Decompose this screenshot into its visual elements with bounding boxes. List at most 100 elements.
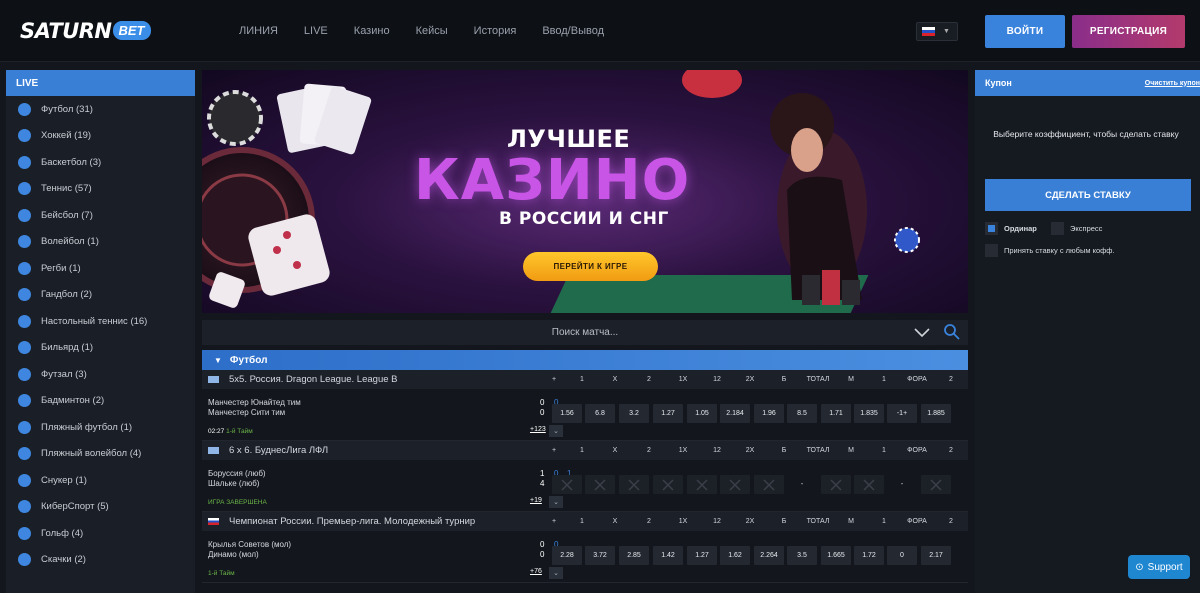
accept-any-odds-checkbox[interactable] bbox=[985, 244, 998, 257]
sidebar-item-sport[interactable]: Бадминтон (2) bbox=[6, 388, 195, 415]
more-markets-link[interactable]: +19 bbox=[530, 497, 542, 504]
league-name: 6 х 6. БуднесЛига ЛФЛ bbox=[229, 445, 329, 456]
sidebar-item-sport[interactable]: Бейсбол (7) bbox=[6, 202, 195, 229]
sidebar-item-sport[interactable]: Волейбол (1) bbox=[6, 229, 195, 256]
nav-item[interactable]: Казино bbox=[354, 25, 390, 37]
odds-cell[interactable]: 6.8 bbox=[585, 404, 615, 423]
match-row[interactable]: Манчестер Юнайтед тим Манчестер Сити тим 0… bbox=[202, 389, 968, 441]
logo[interactable]: SATURN BET bbox=[20, 19, 151, 43]
sidebar-item-sport[interactable]: Футзал (3) bbox=[6, 361, 195, 388]
sidebar-item-sport[interactable]: Пляжный волейбол (4) bbox=[6, 441, 195, 468]
odds-column-header: М bbox=[848, 447, 854, 454]
nav-item[interactable]: Ввод/Вывод bbox=[542, 25, 604, 37]
sidebar-item-sport[interactable]: Гандбол (2) bbox=[6, 282, 195, 309]
sidebar-item-sport[interactable]: Снукер (1) bbox=[6, 467, 195, 494]
odds-cell[interactable]: 1.05 bbox=[687, 404, 717, 423]
chevron-down-icon: ▼ bbox=[943, 28, 950, 35]
nav-item[interactable]: ЛИНИЯ bbox=[239, 25, 278, 37]
sidebar-item-label: Футбол (31) bbox=[41, 103, 93, 115]
nav-item[interactable]: LIVE bbox=[304, 25, 328, 37]
odds-column-header: ФОРА bbox=[907, 518, 927, 525]
chevron-down-icon[interactable]: ⌄ bbox=[549, 425, 563, 437]
sidebar-item-sport[interactable]: Бильярд (1) bbox=[6, 335, 195, 362]
login-button[interactable]: ВОЙТИ bbox=[985, 15, 1065, 48]
chevron-down-icon[interactable]: ⌄ bbox=[549, 496, 563, 508]
sidebar-item-sport[interactable]: Гольф (4) bbox=[6, 520, 195, 547]
match-row[interactable]: Боруссия (люб)Шальке (люб)101431--ИГРА З… bbox=[202, 460, 968, 512]
soccer-ball-icon bbox=[16, 101, 32, 117]
odds-cell[interactable]: 3.5 bbox=[787, 546, 817, 565]
odds-cell[interactable]: 2.17 bbox=[921, 546, 951, 565]
casino-promo-banner[interactable]: ЛУЧШЕЕ КАЗИНО В РОССИИ И СНГ ПЕРЕЙТИ К И… bbox=[202, 70, 968, 313]
odds-cell[interactable]: 2.264 bbox=[754, 546, 784, 565]
make-bet-button[interactable]: СДЕЛАТЬ СТАВКУ bbox=[985, 179, 1191, 211]
single-bet-option[interactable]: Ординар bbox=[985, 222, 1037, 235]
accept-any-odds-option[interactable]: Принять ставку с любым кофф. bbox=[985, 244, 1115, 257]
odds-column-header: X bbox=[612, 518, 618, 525]
odds-cell[interactable]: 1.56 bbox=[552, 404, 582, 423]
sidebar-item-sport[interactable]: Скачки (2) bbox=[6, 547, 195, 574]
express-bet-checkbox[interactable] bbox=[1051, 222, 1064, 235]
sidebar-item-sport[interactable]: Пляжный футбол (1) bbox=[6, 414, 195, 441]
odds-cell[interactable]: 1.27 bbox=[687, 546, 717, 565]
match-row[interactable]: Крылья Советов (мол)Динамо (мол)00002.28… bbox=[202, 531, 968, 583]
odds-column-header: X bbox=[612, 376, 618, 383]
odds-cell[interactable]: 1.72 bbox=[854, 546, 884, 565]
odds-cell[interactable]: 1.62 bbox=[720, 546, 750, 565]
locked-odds-cell bbox=[854, 475, 884, 494]
locked-odds-cell bbox=[754, 475, 784, 494]
sidebar-item-sport[interactable]: КиберСпорт (5) bbox=[6, 494, 195, 521]
odds-cell[interactable]: 1.71 bbox=[821, 404, 851, 423]
odds-column-header: 12 bbox=[713, 447, 721, 454]
sidebar-item-sport[interactable]: Регби (1) bbox=[6, 255, 195, 282]
sidebar-item-label: Снукер (1) bbox=[41, 474, 87, 486]
odds-cell[interactable]: 8.5 bbox=[787, 404, 817, 423]
odds-cell[interactable]: 1.27 bbox=[653, 404, 683, 423]
go-to-game-button[interactable]: ПЕРЕЙТИ К ИГРЕ bbox=[523, 252, 658, 281]
search-icon[interactable] bbox=[943, 323, 961, 341]
coupon-title: Купон bbox=[985, 78, 1012, 88]
odds-cell[interactable]: 0 bbox=[887, 546, 917, 565]
more-markets-link[interactable]: +76 bbox=[530, 568, 542, 575]
odds-cell[interactable]: -1+ bbox=[887, 404, 917, 423]
odds-cell[interactable]: 3.72 bbox=[585, 546, 615, 565]
away-team: Шальке (люб) bbox=[208, 479, 260, 488]
language-selector[interactable]: ▼ bbox=[916, 22, 958, 41]
odds-column-header: М bbox=[848, 376, 854, 383]
table-tennis-icon bbox=[16, 313, 32, 329]
odds-cell[interactable]: 1.835 bbox=[854, 404, 884, 423]
odds-column-header: Б bbox=[781, 518, 787, 525]
chevron-down-icon[interactable]: ⌄ bbox=[549, 567, 563, 579]
odds-column-header: Б bbox=[781, 376, 787, 383]
locked-odds-cell bbox=[821, 475, 851, 494]
register-button[interactable]: РЕГИСТРАЦИЯ bbox=[1072, 15, 1185, 48]
odds-column-header: 2 bbox=[949, 376, 953, 383]
nav-item[interactable]: Кейсы bbox=[416, 25, 448, 37]
chevron-down-icon[interactable] bbox=[912, 322, 932, 342]
sidebar-item-sport[interactable]: Футбол (31) bbox=[6, 96, 195, 123]
sidebar-item-sport[interactable]: Настольный теннис (16) bbox=[6, 308, 195, 335]
sport-group-header[interactable]: ▼ Футбол bbox=[202, 350, 968, 370]
single-bet-checkbox[interactable] bbox=[985, 222, 998, 235]
support-chat-button[interactable]: ⊙ Support bbox=[1128, 555, 1190, 579]
sidebar-item-sport[interactable]: Баскетбол (3) bbox=[6, 149, 195, 176]
odds-cell[interactable]: 2.28 bbox=[552, 546, 582, 565]
beach-soccer-icon bbox=[16, 419, 32, 435]
nav-item[interactable]: История bbox=[474, 25, 517, 37]
odds-cell[interactable]: 2.85 bbox=[619, 546, 649, 565]
basketball-icon bbox=[16, 154, 32, 170]
odds-cell[interactable]: 1.96 bbox=[754, 404, 784, 423]
odds-cell[interactable]: 1.665 bbox=[821, 546, 851, 565]
odds-cell[interactable]: 3.2 bbox=[619, 404, 649, 423]
sidebar-item-sport[interactable]: Хоккей (19) bbox=[6, 123, 195, 150]
express-bet-option[interactable]: Экспресс bbox=[1051, 222, 1102, 235]
odds-cell[interactable]: 1.42 bbox=[653, 546, 683, 565]
clear-coupon-link[interactable]: Очистить купон bbox=[1145, 80, 1200, 87]
sport-group-title: Футбол bbox=[229, 354, 268, 366]
match-search-input[interactable] bbox=[202, 320, 968, 345]
odds-cell[interactable]: 2.184 bbox=[720, 404, 750, 423]
sidebar-item-sport[interactable]: Теннис (57) bbox=[6, 176, 195, 203]
odds-cell[interactable]: 1.885 bbox=[921, 404, 951, 423]
odds-column-header: 1 bbox=[580, 518, 584, 525]
more-markets-link[interactable]: +123 bbox=[530, 426, 546, 433]
